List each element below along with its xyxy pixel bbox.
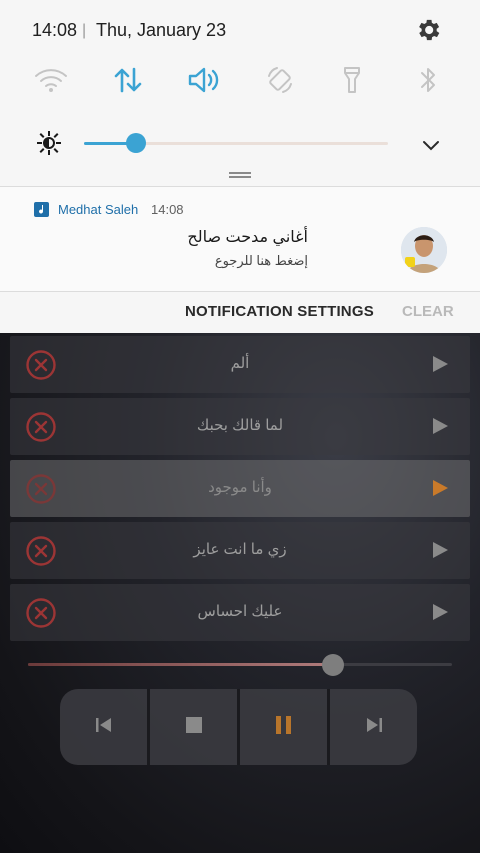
music-player-app: ألم لما قالك بحبك وأنا موجود زي ما انت ع… <box>0 333 480 853</box>
brightness-slider-thumb[interactable] <box>125 133 146 153</box>
previous-icon <box>94 716 114 739</box>
remove-circle-icon[interactable] <box>25 411 57 443</box>
remove-circle-icon[interactable] <box>25 349 57 381</box>
song-title: لما قالك بحبك <box>196 417 284 434</box>
status-row: 14:08 | Thu, January 23 <box>0 0 480 58</box>
pause-icon <box>274 715 294 740</box>
notification-app-name: Medhat Saleh <box>58 202 139 217</box>
seek-bar-thumb[interactable] <box>322 654 345 676</box>
previous-button[interactable] <box>60 689 150 765</box>
play-icon[interactable] <box>430 354 450 374</box>
stop-icon <box>185 716 203 739</box>
chevron-down-icon[interactable] <box>418 132 444 158</box>
play-icon[interactable] <box>430 478 450 498</box>
remove-circle-icon[interactable] <box>25 597 57 629</box>
stop-button[interactable] <box>150 689 240 765</box>
song-title: زي ما انت عايز <box>193 541 287 558</box>
pause-button[interactable] <box>240 689 330 765</box>
notification-title: أغاني مدحت صالح <box>187 229 308 246</box>
song-row[interactable]: عليك احساس <box>10 584 470 641</box>
bluetooth-icon[interactable] <box>408 58 448 102</box>
notification-card[interactable]: Medhat Saleh 14:08 أغاني مدحت صالح إضغط … <box>0 187 480 291</box>
song-title: وأنا موجود <box>208 479 272 496</box>
notification-settings-button[interactable]: NOTIFICATION SETTINGS <box>185 303 374 320</box>
brightness-row <box>0 124 480 164</box>
playback-controls <box>60 689 417 765</box>
sound-icon[interactable] <box>184 58 224 102</box>
clear-button[interactable]: CLEAR <box>402 303 454 320</box>
flashlight-icon[interactable] <box>332 58 372 102</box>
music-app-icon <box>34 202 49 217</box>
drag-handle[interactable] <box>229 172 251 179</box>
notification-text: إضغط هنا للرجوع <box>214 253 308 268</box>
song-row-active[interactable]: وأنا موجود <box>10 460 470 517</box>
wifi-icon[interactable] <box>31 58 71 102</box>
notification-time: 14:08 <box>151 202 184 217</box>
remove-circle-icon[interactable] <box>25 473 57 505</box>
separator: | <box>82 22 87 39</box>
settings-gear-icon[interactable] <box>414 16 442 44</box>
remove-circle-icon[interactable] <box>25 535 57 567</box>
seek-bar-fill <box>28 663 334 666</box>
play-icon[interactable] <box>430 602 450 622</box>
song-row[interactable]: ألم <box>10 336 470 393</box>
date: Thu, January 23 <box>96 20 227 40</box>
auto-rotate-icon[interactable] <box>260 58 300 102</box>
song-row[interactable]: زي ما انت عايز <box>10 522 470 579</box>
mobile-data-icon[interactable] <box>108 58 148 102</box>
play-icon[interactable] <box>430 416 450 436</box>
clock: 14:08 <box>32 20 78 40</box>
brightness-icon <box>36 130 62 156</box>
play-icon[interactable] <box>430 540 450 560</box>
song-title: عليك احساس <box>197 603 283 620</box>
notification-actions: NOTIFICATION SETTINGS CLEAR <box>0 292 480 332</box>
next-icon <box>364 716 384 739</box>
quick-settings-row <box>0 58 480 104</box>
avatar <box>401 227 447 273</box>
notification-shade: 14:08 | Thu, January 23 Medhat Saleh 14:… <box>0 0 480 333</box>
next-button[interactable] <box>330 689 417 765</box>
song-title: ألم <box>230 355 250 372</box>
song-row[interactable]: لما قالك بحبك <box>10 398 470 455</box>
